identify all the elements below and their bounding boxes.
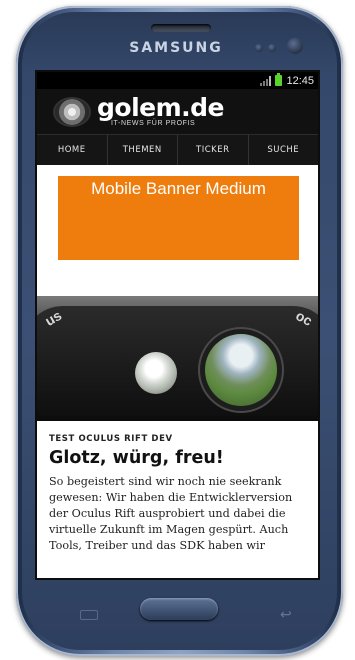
article-image[interactable]: us oc (37, 296, 318, 421)
article-teaser[interactable]: TEST OCULUS RIFT DEV Glotz, würg, freu! … (37, 421, 318, 554)
earpiece-speaker (151, 24, 211, 32)
article-text: So begeistert sind wir noch nie seekrank… (49, 475, 293, 552)
menu-key-icon[interactable] (80, 610, 98, 620)
back-key-icon[interactable]: ↩ (280, 606, 292, 623)
nav-ticker[interactable]: TICKER (178, 135, 249, 165)
front-camera (287, 38, 303, 54)
left-lens (135, 352, 177, 394)
golem-logo-icon (55, 98, 89, 125)
nav-suche[interactable]: SUCHE (249, 135, 319, 165)
proximity-sensor (255, 44, 263, 52)
site-name: golem.de (97, 93, 225, 122)
article-title[interactable]: Glotz, würg, freu! (49, 448, 306, 468)
main-nav: HOME THEMEN TICKER SUCHE (37, 134, 318, 165)
article-kicker: TEST OCULUS RIFT DEV (49, 434, 173, 444)
battery-icon (275, 73, 283, 86)
right-lens (205, 334, 277, 406)
nav-themen[interactable]: THEMEN (108, 135, 178, 165)
signal-icon (260, 75, 272, 86)
nav-home[interactable]: HOME (37, 135, 108, 165)
device-brand: SAMSUNG (129, 40, 223, 56)
light-sensor (268, 44, 276, 52)
ad-banner[interactable]: Mobile Banner Medium (58, 176, 299, 260)
site-header[interactable]: golem.de IT-NEWS FÜR PROFIS (37, 89, 318, 134)
status-bar: 12:45 (37, 72, 318, 89)
home-button[interactable] (140, 598, 218, 620)
site-logo: golem.de IT-NEWS FÜR PROFIS (97, 93, 225, 127)
phone-screen: 12:45 golem.de IT-NEWS FÜR PROFIS HOME T… (35, 70, 320, 580)
status-time: 12:45 (286, 74, 314, 87)
